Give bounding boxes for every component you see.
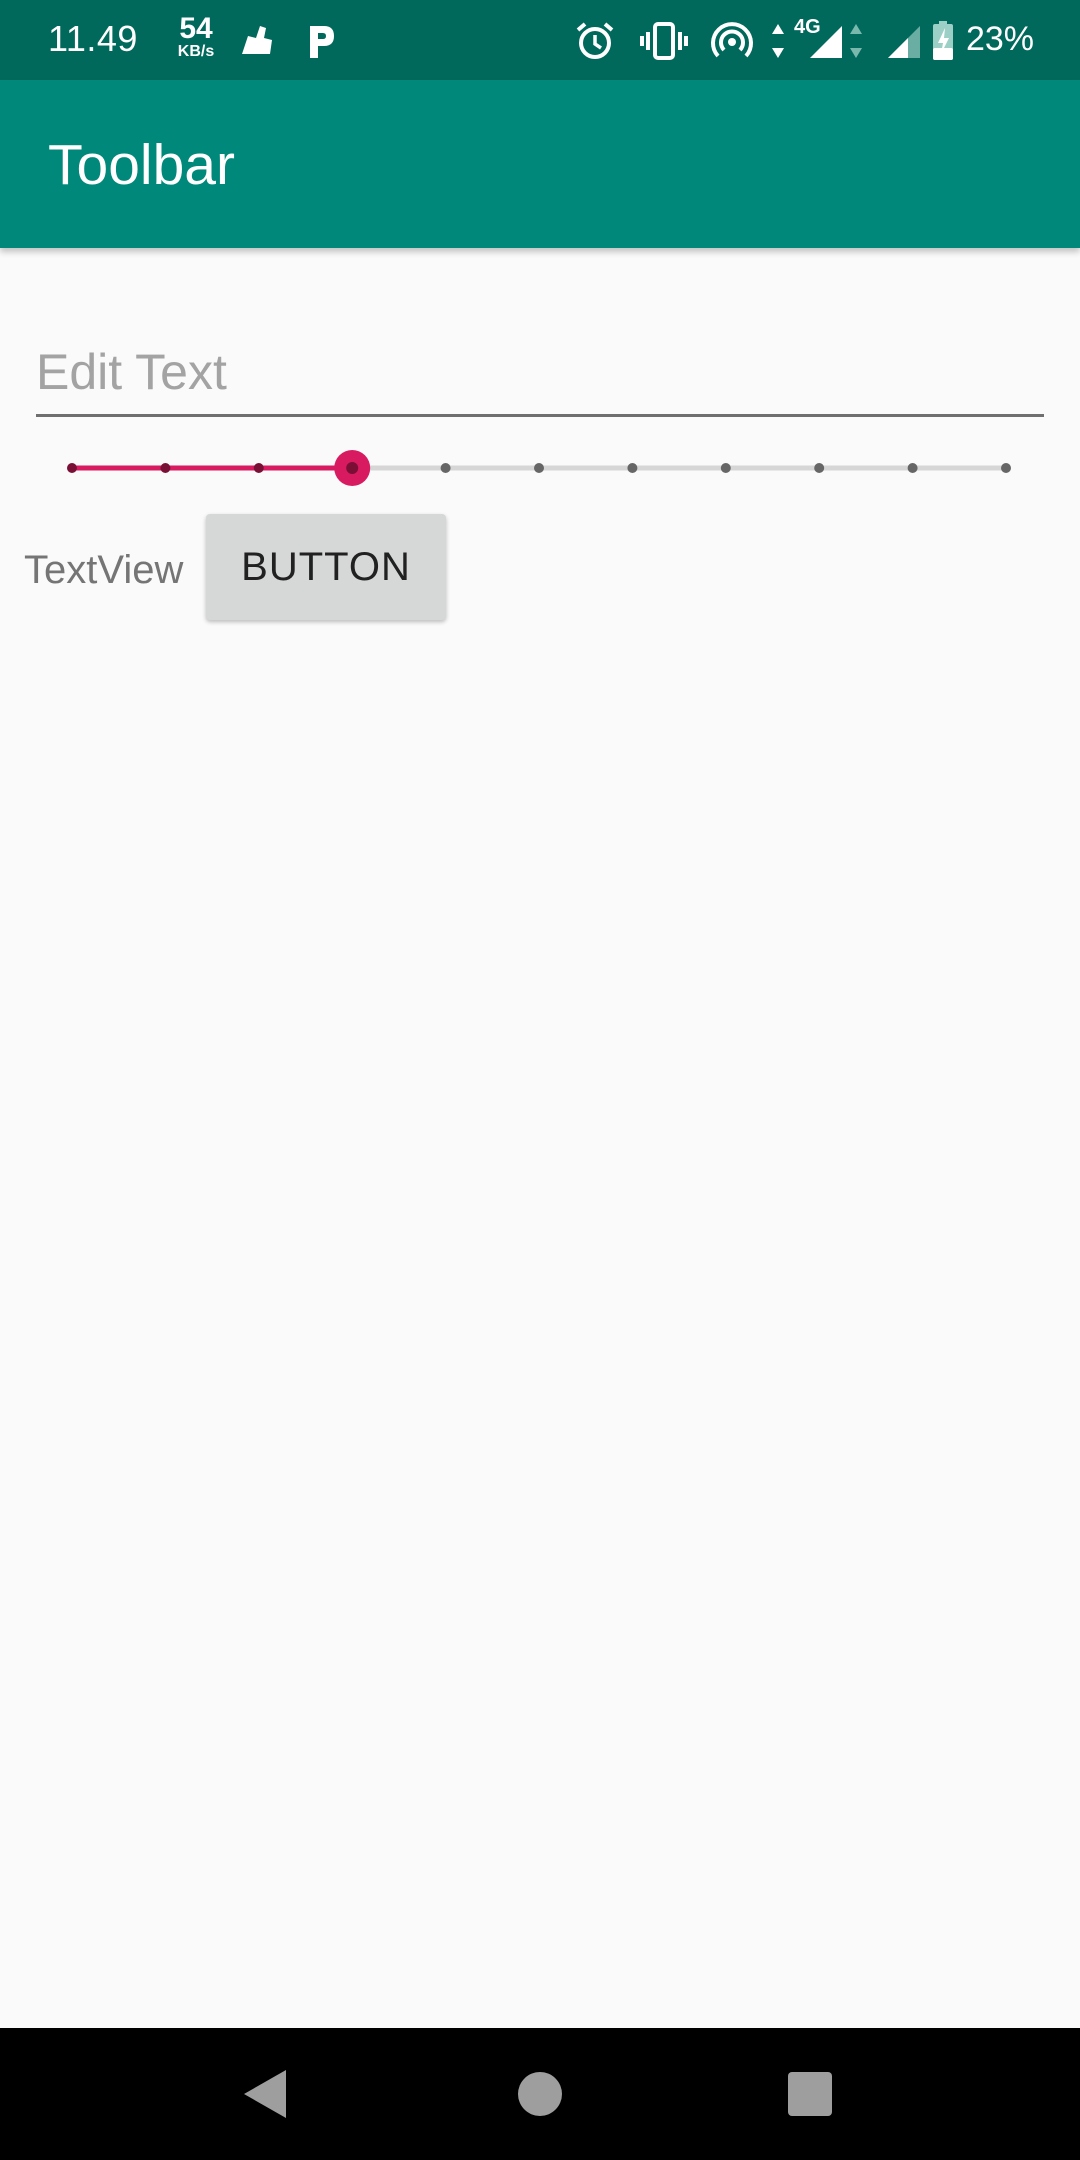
network-speed: 54 KB/s: [166, 14, 226, 60]
vibrate-icon: [640, 22, 688, 60]
recents-icon[interactable]: [780, 2064, 840, 2124]
seekbar-tick: [440, 463, 451, 473]
seekbar-tick: [907, 463, 918, 473]
text-view: TextView: [24, 548, 184, 592]
notification-app-icon: [242, 26, 272, 54]
data-arrows-icon-2: [850, 24, 862, 58]
network-speed-unit: KB/s: [177, 43, 215, 60]
seekbar-tick: [720, 463, 731, 473]
seekbar-tick: [814, 463, 825, 473]
seekbar-tick: [1001, 463, 1011, 473]
parking-app-icon: [310, 26, 334, 58]
toolbar-title: Toolbar: [48, 133, 235, 197]
seekbar-thumb-tick: [346, 462, 359, 474]
button[interactable]: BUTTON: [206, 514, 446, 620]
seekbar-tick: [627, 463, 638, 473]
seekbar-tick: [534, 463, 544, 473]
seekbar-tick: [67, 463, 77, 473]
signal-icon: [810, 26, 842, 58]
alarm-icon: [576, 22, 614, 59]
status-time: 11.49: [48, 18, 138, 59]
home-icon[interactable]: [510, 2064, 570, 2124]
edit-text-field[interactable]: [36, 330, 1044, 417]
navigation-bar: [0, 2028, 1080, 2160]
data-arrows-icon: [772, 24, 784, 58]
signal-icon-2: [888, 26, 920, 58]
seekbar-tick: [160, 463, 171, 473]
network-speed-value: 54: [179, 12, 213, 45]
toolbar: Toolbar: [0, 80, 1080, 248]
battery-percent: 23%: [965, 20, 1034, 58]
seekbar[interactable]: [56, 448, 1016, 488]
hotspot-icon: [711, 22, 753, 58]
status-bar: 11.49 54 KB/s 4G 23%: [0, 0, 1080, 80]
seekbar-tick: [253, 463, 264, 473]
battery-charging-icon: [933, 21, 953, 60]
back-icon[interactable]: [236, 2064, 296, 2124]
